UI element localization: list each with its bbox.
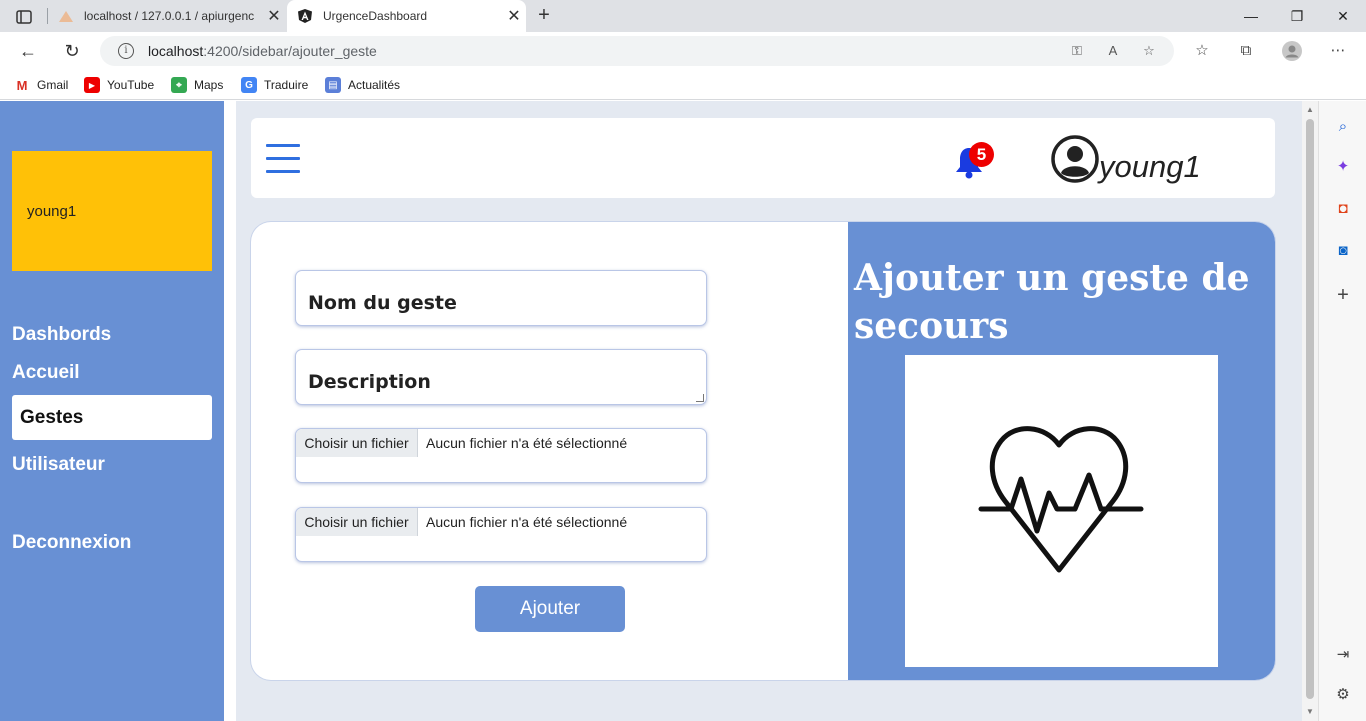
tab-title: UrgenceDashboard — [323, 9, 428, 23]
bookmark-youtube[interactable]: ▶ YouTube — [84, 76, 154, 94]
heartbeat-icon — [978, 426, 1144, 573]
close-tab-icon[interactable]: ✕ — [262, 6, 286, 26]
gesture-name-placeholder: Nom du geste — [308, 292, 457, 314]
angular-icon — [297, 8, 313, 24]
bookmark-news[interactable]: ▤ Actualités — [325, 76, 400, 94]
close-window-icon[interactable]: ✕ — [1320, 0, 1366, 32]
bookmark-gmail[interactable]: M Gmail — [14, 76, 68, 94]
hamburger-menu-icon[interactable] — [266, 144, 300, 174]
page-scrollbar[interactable]: ▲ ▼ — [1302, 101, 1318, 721]
tab-phpmyadmin[interactable]: localhost / 127.0.0.1 / apiurgenc ✕ — [48, 0, 286, 32]
sidebar-item-utilisateur[interactable]: Utilisateur — [12, 454, 105, 476]
collections-icon[interactable]: ⧉ — [1236, 41, 1256, 61]
tab-urgence-dashboard[interactable]: UrgenceDashboard ✕ — [287, 0, 526, 32]
reload-icon[interactable]: ↻ — [60, 40, 84, 62]
profile-name: young1 — [1099, 149, 1201, 184]
maps-icon: ⌖ — [171, 77, 187, 93]
edge-sidebar: ⌕ ✦ ◘ ◙ + ⇥ ⚙ — [1318, 101, 1366, 721]
gmail-icon: M — [14, 77, 30, 93]
user-circle-icon[interactable] — [1051, 135, 1099, 183]
bookmark-translate[interactable]: G Traduire — [241, 76, 308, 94]
copilot-icon[interactable]: ✦ — [1333, 157, 1353, 177]
url-text: localhost:4200/sidebar/ajouter_geste — [148, 43, 377, 59]
sidebar-item-dashbords[interactable]: Dashbords — [12, 324, 111, 346]
news-icon: ▤ — [325, 77, 341, 93]
tab-title: localhost / 127.0.0.1 / apiurgenc — [84, 9, 255, 23]
sidebar-item-accueil[interactable]: Accueil — [12, 362, 80, 384]
file-input-2[interactable]: Choisir un fichier Aucun fichier n'a été… — [295, 507, 707, 562]
file-status-text: Aucun fichier n'a été sélectionné — [426, 514, 628, 530]
choose-file-button[interactable]: Choisir un fichier — [296, 508, 418, 536]
close-tab-icon[interactable]: ✕ — [502, 6, 526, 26]
more-menu-icon[interactable]: ⋯ — [1328, 41, 1348, 61]
ajouter-button[interactable]: Ajouter — [475, 586, 625, 632]
sidebar-user-name: young1 — [27, 203, 77, 220]
settings-gear-icon[interactable]: ⚙ — [1333, 685, 1353, 705]
read-aloud-icon[interactable]: A — [1104, 42, 1122, 60]
add-gesture-card: Nom du geste Description Choisir un fich… — [251, 222, 1275, 680]
sidebar-item-deconnexion[interactable]: Deconnexion — [12, 532, 131, 554]
tab-actions-icon[interactable] — [8, 6, 40, 28]
file-input-1[interactable]: Choisir un fichier Aucun fichier n'a été… — [295, 428, 707, 483]
translate-icon: G — [241, 77, 257, 93]
choose-file-button[interactable]: Choisir un fichier — [296, 429, 418, 457]
scroll-up-arrow-icon[interactable]: ▲ — [1302, 103, 1318, 117]
sidebar-item-gestes[interactable]: Gestes — [12, 395, 212, 440]
illustration-frame — [905, 355, 1218, 667]
description-placeholder: Description — [308, 371, 431, 393]
profile-avatar-icon[interactable] — [1282, 41, 1302, 61]
minimize-icon[interactable]: — — [1228, 0, 1274, 32]
scroll-down-arrow-icon[interactable]: ▼ — [1302, 705, 1318, 719]
back-arrow-icon[interactable]: ← — [16, 40, 40, 62]
site-info-icon[interactable]: i — [118, 43, 134, 59]
sidebar: young1 Dashbords Accueil Gestes Utilisat… — [0, 101, 224, 721]
top-header: 5 young1 — [251, 118, 1275, 198]
new-tab-icon[interactable]: + — [534, 5, 554, 25]
notification-badge: 5 — [969, 142, 994, 167]
panel-title: Ajouter un geste de secours — [854, 257, 1250, 347]
restore-icon[interactable]: ❐ — [1274, 0, 1320, 32]
scrollbar-thumb[interactable] — [1306, 119, 1314, 699]
address-bar-row: ← ↻ i localhost:4200/sidebar/ajouter_ges… — [0, 32, 1366, 70]
add-tool-icon[interactable]: + — [1333, 285, 1353, 305]
office-icon[interactable]: ◘ — [1333, 199, 1353, 219]
outlook-icon[interactable]: ◙ — [1333, 241, 1353, 261]
resize-handle-icon[interactable] — [696, 394, 704, 402]
search-icon[interactable]: ⌕ — [1333, 117, 1353, 137]
file-status-text: Aucun fichier n'a été sélectionné — [426, 435, 628, 451]
add-favorite-icon[interactable]: ☆ — [1140, 42, 1158, 60]
url-field[interactable]: i localhost:4200/sidebar/ajouter_geste ⚿… — [100, 36, 1174, 66]
phpmyadmin-icon — [58, 8, 74, 24]
info-panel: Ajouter un geste de secours — [848, 222, 1275, 680]
favorites-icon[interactable]: ☆ — [1192, 41, 1212, 61]
browser-tab-bar: localhost / 127.0.0.1 / apiurgenc ✕ Urge… — [0, 0, 1366, 32]
hide-sidebar-icon[interactable]: ⇥ — [1333, 645, 1353, 665]
bookmarks-bar: M Gmail ▶ YouTube ⌖ Maps G Traduire ▤ Ac… — [0, 70, 1366, 100]
sidebar-user-card: young1 — [12, 151, 212, 271]
gesture-name-input[interactable]: Nom du geste — [295, 270, 707, 326]
sidebar-divider — [224, 101, 236, 721]
page-viewport: young1 Dashbords Accueil Gestes Utilisat… — [0, 101, 1302, 721]
youtube-icon: ▶ — [84, 77, 100, 93]
bookmark-maps[interactable]: ⌖ Maps — [171, 76, 223, 94]
description-textarea[interactable]: Description — [295, 349, 707, 405]
key-icon[interactable]: ⚿ — [1068, 42, 1086, 60]
